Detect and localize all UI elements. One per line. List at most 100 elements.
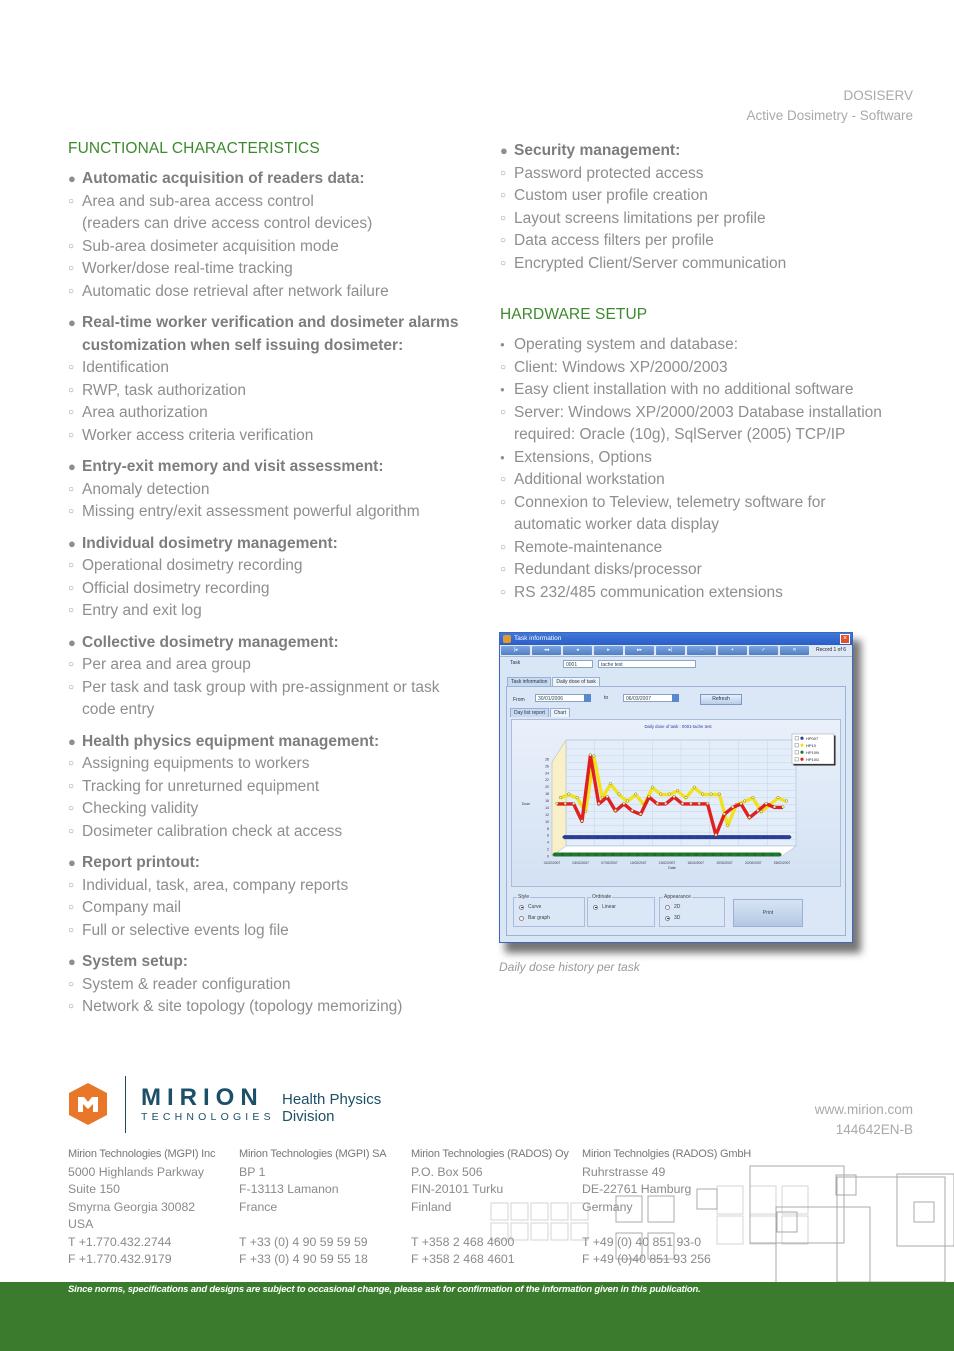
data-point [696,835,700,839]
data-point [552,853,556,856]
data-point [637,835,641,839]
tab-daily-dose[interactable]: Daily dose of task [552,677,600,686]
next-record-button[interactable]: ▸ [594,646,623,655]
style-curve-radio[interactable]: Curve [519,904,541,910]
legend-marker [800,736,804,740]
y-tick-label: 8 [547,827,549,831]
task-label: Task [510,660,521,666]
disclaimer: Since norms, specifications and designs … [68,1284,701,1295]
appearance-3d-radio[interactable]: 3D [665,915,680,921]
list-item: ○ Sub-area dosimeter acquisition mode [68,236,488,259]
sub-bullet-icon: ○ [500,190,507,201]
tab-task-information[interactable]: Task information [507,677,552,686]
radio-icon [665,915,670,921]
list-item: ○ Per area and area group [68,654,488,677]
data-point [612,835,616,839]
office-phone: T +358 2 468 4600 [411,1234,515,1249]
list-item: ○ Client: Windows XP/2000/2003 [500,357,920,380]
office-address: Mirion Technologies (RADOS) Oy P.O. Box 5… [411,1146,569,1269]
data-point [586,853,590,856]
data-point [592,754,596,758]
list-text: Worker access criteria verification [82,426,314,444]
print-button[interactable]: Print [733,899,803,927]
list-text: customization when self issuing dosimete… [82,336,404,354]
from-date-dropdown-icon[interactable] [584,694,591,702]
y-tick-label: 24 [545,771,549,775]
y-tick-label: 16 [545,799,549,803]
task-code-field[interactable]: 0001 [563,660,593,668]
radio-icon [665,904,670,910]
data-point [720,853,723,856]
sub-bullet-icon: ○ [68,362,75,373]
appearance-options: Appearance 2D 3D [659,894,725,927]
data-point [701,792,705,796]
data-point [788,835,792,839]
x-tick-label: 07/02/2007 [601,861,618,865]
office-address-line: France [239,1199,278,1214]
next-page-button[interactable]: ▸▸ [625,646,654,655]
tab-day-list-report[interactable]: Day list report [510,708,549,717]
data-point [572,802,576,805]
list-text: Operating system and database: [514,336,739,353]
legend-marker [800,743,804,747]
confirm-button[interactable]: ✓ [749,646,778,655]
feature-group: ● Entry-exit memory and visit assessment:… [68,456,488,524]
chart-subtabs: Day list report Chart [510,708,571,717]
data-point [617,792,621,796]
task-name-field[interactable]: tache test [598,660,696,668]
data-point [672,795,676,798]
tab-chart[interactable]: Chart [549,708,571,717]
data-point [747,815,751,819]
list-item: ○ Server: Windows XP/2000/2003 Database i… [500,402,920,425]
list-text: Sub-area dosimeter acquisition mode [82,237,339,255]
delete-record-button[interactable]: − [687,646,716,655]
list-item: ○ Connexion to Teleview, telemetry softwa… [500,492,920,515]
list-text: Entry and exit log [82,602,202,619]
office-company: Mirion Technologies (MGPI) SA [239,1148,387,1160]
office-address: Mirion Technologies (MGPI) SA BP 1 F-13113… [239,1146,387,1269]
last-record-button[interactable]: ▸| [656,646,685,655]
add-record-button[interactable]: + [718,646,747,655]
data-point [588,753,592,757]
data-point [754,835,758,839]
y-tick-label: 22 [545,778,549,782]
data-point [694,853,698,856]
data-point [562,835,566,839]
x-axis-label: Date [668,866,675,870]
refresh-button[interactable]: Refresh [700,694,742,705]
sub-bullet-icon: ○ [68,879,75,891]
first-record-button[interactable]: |◂ [501,646,530,655]
prev-record-button[interactable]: ◂ [563,646,592,655]
list-item: ○ Missing entry/exit assessment powerful … [68,501,488,524]
data-point [761,853,765,856]
data-point [621,835,624,839]
website-link[interactable]: www.mirion.com [815,1100,913,1120]
sub-bullet-icon: ○ [68,1001,75,1012]
list-item: ○ Anomaly detection [68,479,488,502]
data-point [753,853,757,856]
feature-group: ● Individual dosimetry management: ○ Operat… [68,533,488,623]
office-fax: F +358 2 468 4601 [411,1252,515,1266]
ordinate-linear-radio[interactable]: Linear [593,904,616,910]
style-bargraph-radio[interactable]: Bar graph [519,915,550,921]
y-tick-label: 4 [547,841,549,845]
cancel-button[interactable]: ✕ [780,646,809,655]
list-text: Encrypted Client/Server communication [514,254,787,272]
appearance-2d-radio[interactable]: 2D [665,904,680,910]
data-point [577,853,581,856]
from-date-field[interactable]: 30/01/2006 [535,694,585,702]
bullet-icon: ● [68,315,76,330]
to-date-dropdown-icon[interactable] [672,694,679,702]
data-point [676,789,680,793]
security-heading: ● Security management: [500,140,920,163]
data-point [609,782,613,786]
close-icon[interactable]: × [840,634,850,644]
prev-page-button[interactable]: ◂◂ [532,646,561,655]
data-point [688,835,691,839]
data-point [704,835,708,839]
list-item: ○ Area and sub-area access control [68,191,488,214]
y-tick-label: 28 [545,757,549,761]
style-title: Style [517,894,531,900]
to-date-field[interactable]: 06/03/2007 [623,694,673,702]
list-text: Server: Windows XP/2000/2003 Database in… [514,403,882,421]
